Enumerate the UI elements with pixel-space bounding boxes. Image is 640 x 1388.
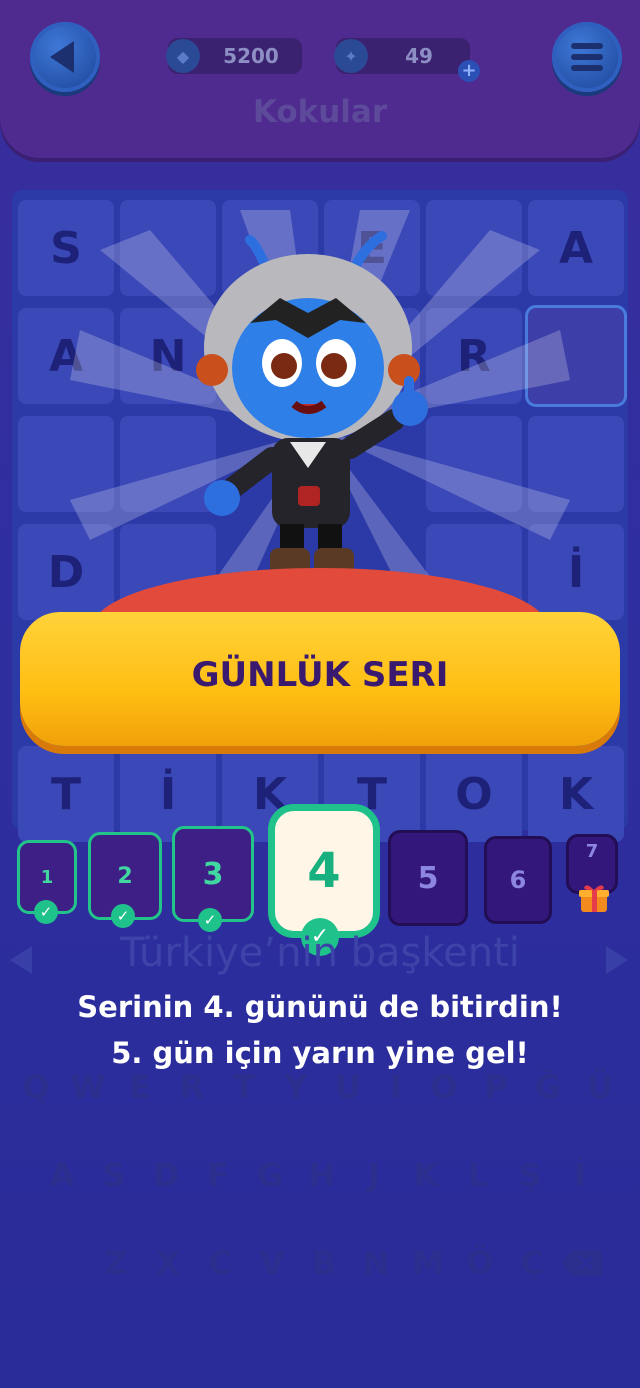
key[interactable]: X [148,1244,188,1282]
coins-counter: ✦ 49 [334,38,470,74]
key[interactable]: E [120,1068,160,1106]
next-clue-arrow-icon[interactable] [606,946,628,974]
key[interactable]: A [42,1156,82,1194]
backspace-icon[interactable] [560,1248,604,1278]
key[interactable]: Ö [460,1244,500,1282]
streak-day-5: 5 [388,830,468,926]
streak-day-6: 6 [484,836,552,924]
key[interactable]: D [146,1156,186,1194]
back-arrow-icon [50,41,74,73]
category-title: Kokular [252,94,388,130]
clue-bar: Türkiye’nin başkenti [0,930,640,990]
gems-counter: ◆ 5200 [166,38,302,74]
key[interactable]: W [68,1068,108,1106]
coins-value: 49 [405,44,433,68]
key[interactable]: O [424,1068,464,1106]
key[interactable]: J [354,1156,394,1194]
key[interactable]: U [328,1068,368,1106]
coin-icon: ✦ [334,39,368,73]
key[interactable]: I [376,1068,416,1106]
key[interactable]: M [408,1244,448,1282]
key[interactable]: G [250,1156,290,1194]
gift-icon [579,885,609,912]
key[interactable]: Ü [580,1068,620,1106]
key[interactable]: R [172,1068,212,1106]
key[interactable]: Ş [510,1156,550,1194]
game-screen: ◆ 5200 ✦ 49 + Kokular S E A A N R [0,0,640,1388]
key[interactable]: S [94,1156,134,1194]
gems-value: 5200 [223,44,279,68]
gem-icon: ◆ [166,39,200,73]
back-button[interactable] [30,22,100,92]
key[interactable]: L [458,1156,498,1194]
menu-icon [571,38,603,76]
message-line-1: Serinin 4. gününü de bitirdin! [77,990,563,1024]
key[interactable]: Z [96,1244,136,1282]
board-cell[interactable]: K [528,746,624,842]
key[interactable]: Ğ [528,1068,568,1106]
checkmark-icon: ✓ [111,904,135,928]
key[interactable]: C [200,1244,240,1282]
key[interactable]: B [304,1244,344,1282]
key[interactable]: N [356,1244,396,1282]
key[interactable]: Q [16,1068,56,1106]
board-cell[interactable]: O [426,746,522,842]
checkmark-icon: ✓ [198,908,222,932]
streak-message: Serinin 4. gününü de bitirdin! 5. gün iç… [0,984,640,1076]
key[interactable]: V [252,1244,292,1282]
key[interactable]: P [476,1068,516,1106]
checkmark-icon: ✓ [34,900,58,924]
board-cell[interactable]: T [18,746,114,842]
key[interactable]: İ [560,1156,600,1194]
clue-text: Türkiye’nin başkenti [120,930,520,976]
key[interactable]: F [198,1156,238,1194]
key[interactable]: H [302,1156,342,1194]
key[interactable]: Ç [512,1244,552,1282]
menu-button[interactable] [552,22,622,92]
key[interactable]: T [224,1068,264,1106]
add-coins-button[interactable]: + [458,60,480,82]
vampire-mascot-character [196,231,428,576]
key[interactable]: Y [276,1068,316,1106]
top-bar: ◆ 5200 ✦ 49 + Kokular [0,0,640,158]
banner-title: GÜNLÜK SERI [191,655,449,695]
key[interactable]: K [406,1156,446,1194]
